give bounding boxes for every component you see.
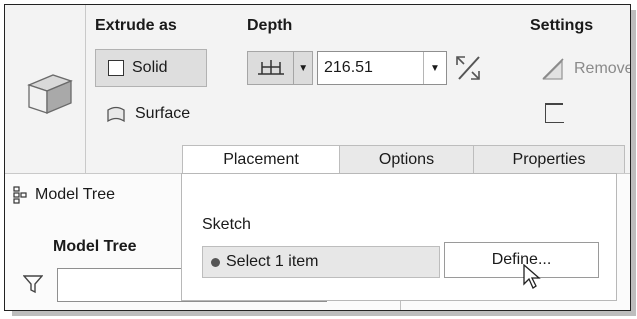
chevron-down-icon[interactable]: ▼ bbox=[423, 52, 446, 84]
mouse-cursor-icon bbox=[523, 264, 541, 289]
ribbon: Extrude as Solid Surface Depth ▼ 216.51 … bbox=[5, 5, 630, 173]
flip-direction-icon[interactable] bbox=[453, 53, 483, 83]
tab-options[interactable]: Options bbox=[339, 145, 474, 173]
surface-icon bbox=[107, 106, 125, 123]
extrude-dashboard: Extrude as Solid Surface Depth ▼ 216.51 … bbox=[4, 4, 631, 311]
sketch-collector[interactable]: Select 1 item bbox=[202, 246, 440, 278]
tab-properties[interactable]: Properties bbox=[473, 145, 625, 173]
depth-value[interactable]: 216.51 bbox=[318, 59, 423, 77]
model-tree-title: Model Tree bbox=[53, 238, 137, 255]
solid-label: Solid bbox=[132, 59, 168, 76]
frame-shadow-right bbox=[631, 10, 636, 313]
collector-text: Select 1 item bbox=[226, 253, 319, 270]
solid-icon bbox=[108, 60, 124, 76]
solid-button[interactable]: Solid bbox=[95, 49, 207, 87]
sketch-label: Sketch bbox=[202, 216, 251, 233]
filter-icon[interactable] bbox=[23, 274, 43, 294]
model-tree-tab-label: Model Tree bbox=[35, 186, 116, 203]
dashboard-tabs: Placement Options Properties bbox=[182, 145, 625, 173]
depth-value-combo[interactable]: 216.51 ▼ bbox=[317, 51, 447, 85]
remove-label: Remove bbox=[574, 60, 631, 77]
collector-status-icon bbox=[211, 257, 220, 267]
model-tree-icon bbox=[13, 186, 27, 204]
thicken-sketch-icon[interactable] bbox=[544, 103, 564, 123]
remove-material-icon bbox=[542, 58, 564, 80]
depth-title: Depth bbox=[247, 17, 293, 34]
remove-material-button[interactable]: Remove bbox=[540, 57, 631, 81]
surface-label: Surface bbox=[135, 105, 191, 122]
surface-button[interactable]: Surface bbox=[105, 99, 190, 129]
ribbon-separator bbox=[85, 5, 86, 173]
chevron-down-icon[interactable]: ▼ bbox=[293, 52, 312, 84]
blind-depth-icon bbox=[257, 60, 284, 75]
tab-placement[interactable]: Placement bbox=[182, 145, 340, 173]
settings-title: Settings bbox=[530, 17, 594, 34]
placement-panel: Sketch Select 1 item Define... bbox=[181, 173, 617, 301]
depth-type-button[interactable]: ▼ bbox=[247, 51, 313, 85]
model-tree-tab[interactable]: Model Tree bbox=[13, 186, 115, 204]
extrude-as-title: Extrude as bbox=[95, 17, 177, 34]
extrude-cube-icon bbox=[27, 74, 73, 114]
